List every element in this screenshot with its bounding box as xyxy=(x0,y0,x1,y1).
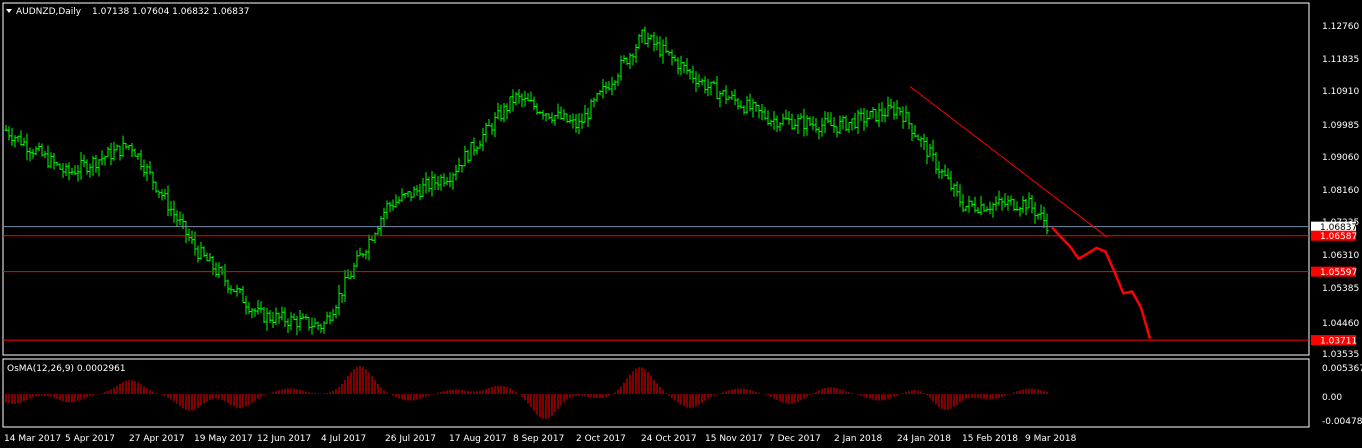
time-label: 2 Oct 2017 xyxy=(576,434,626,444)
time-label: 9 Mar 2018 xyxy=(1025,434,1077,444)
time-label: 26 Jul 2017 xyxy=(385,434,436,444)
time-label: 19 May 2017 xyxy=(194,434,253,444)
price-tick-label: 1.04460 xyxy=(1322,319,1359,329)
time-label: 5 Apr 2017 xyxy=(65,434,115,444)
price-marker-label: 1.03711 xyxy=(1320,337,1357,347)
time-label: 8 Sep 2017 xyxy=(513,434,564,444)
osma-label: OsMA(12,26,9) 0.0002961 xyxy=(7,364,126,374)
price-tick-label: 1.12760 xyxy=(1322,22,1359,32)
osma-tick-label: 0.005367 xyxy=(1322,364,1362,374)
time-label: 15 Feb 2018 xyxy=(962,434,1018,444)
time-label: 7 Dec 2017 xyxy=(769,434,821,444)
price-tick-label: 1.03535 xyxy=(1322,350,1359,360)
time-label: 24 Jan 2018 xyxy=(897,434,951,444)
osma-tick-label: -0.004787 xyxy=(1322,417,1362,427)
chart-header: AUDNZD,Daily 1.07138 1.07604 1.06832 1.0… xyxy=(6,7,249,17)
time-label: 14 Mar 2017 xyxy=(4,434,61,444)
price-tick-label: 1.05385 xyxy=(1322,284,1359,294)
time-label: 15 Nov 2017 xyxy=(705,434,763,444)
price-tick-label: 1.10910 xyxy=(1322,87,1359,97)
time-label: 4 Jul 2017 xyxy=(321,434,366,444)
price-marker-label: 1.06587 xyxy=(1320,232,1357,242)
time-label: 12 Jun 2017 xyxy=(257,434,311,444)
price-marker-label: 1.05597 xyxy=(1320,268,1357,278)
osma-tick-label: 0.00 xyxy=(1322,393,1342,403)
time-label: 2 Jan 2018 xyxy=(834,434,882,444)
price-tick-label: 1.08160 xyxy=(1322,186,1359,196)
time-label: 24 Oct 2017 xyxy=(641,434,697,444)
price-tick-label: 1.06310 xyxy=(1322,251,1359,261)
price-tick-label: 1.09985 xyxy=(1322,121,1359,131)
ohlc-label: 1.07138 1.07604 1.06832 1.06837 xyxy=(92,7,249,17)
price-tick-label: 1.11835 xyxy=(1322,55,1359,65)
chart-canvas: OsMA(12,26,9) 0.0002961 AUDNZD,Daily 1.0… xyxy=(0,0,1362,448)
time-scale[interactable]: 14 Mar 2017 5 Apr 2017 27 Apr 2017 19 Ma… xyxy=(4,434,1077,444)
time-label: 27 Apr 2017 xyxy=(129,434,185,444)
price-tick-label: 1.09060 xyxy=(1322,153,1359,163)
symbol-label: AUDNZD,Daily xyxy=(16,7,82,17)
time-label: 17 Aug 2017 xyxy=(449,434,507,444)
